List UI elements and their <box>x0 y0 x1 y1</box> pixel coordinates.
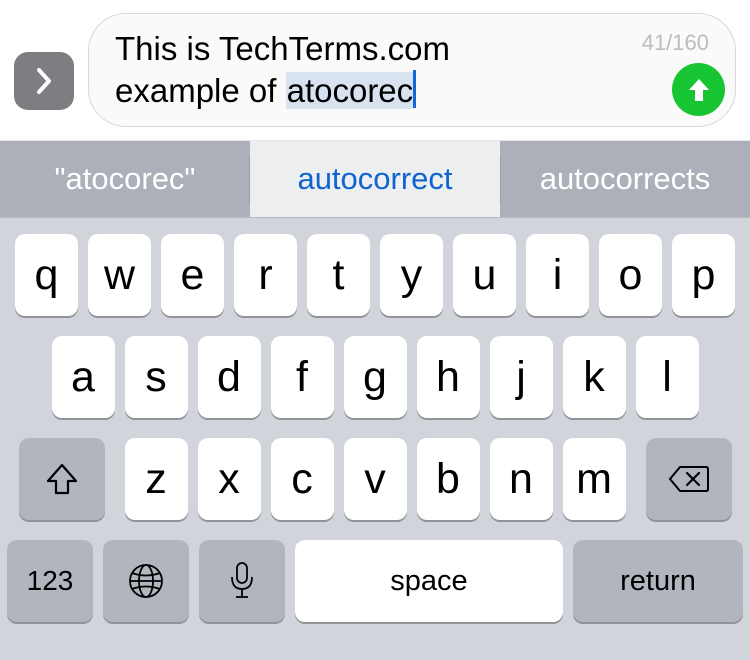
keyboard-row-2: a s d f g h j k l <box>8 336 742 418</box>
key-b[interactable]: b <box>417 438 480 520</box>
key-j[interactable]: j <box>490 336 553 418</box>
key-numbers[interactable]: 123 <box>7 540 93 622</box>
text-cursor <box>413 70 416 108</box>
arrow-up-icon <box>687 76 711 104</box>
key-return[interactable]: return <box>573 540 743 622</box>
key-k[interactable]: k <box>563 336 626 418</box>
send-button[interactable] <box>672 63 725 116</box>
key-space[interactable]: space <box>295 540 563 622</box>
key-r[interactable]: r <box>234 234 297 316</box>
key-f[interactable]: f <box>271 336 334 418</box>
suggestion-asis[interactable]: "atocorec" <box>0 141 250 217</box>
key-a[interactable]: a <box>52 336 115 418</box>
keyboard: q w e r t y u i o p a s d f g h j k l z … <box>0 218 750 660</box>
shift-icon <box>45 463 79 495</box>
key-shift[interactable] <box>19 438 105 520</box>
keyboard-row-3: z x c v b n m <box>8 438 742 520</box>
autocorrect-bar: "atocorec" autocorrect autocorrects <box>0 140 750 218</box>
key-v[interactable]: v <box>344 438 407 520</box>
key-s[interactable]: s <box>125 336 188 418</box>
globe-icon <box>127 562 165 600</box>
suggestion-secondary[interactable]: autocorrects <box>500 141 750 217</box>
backspace-icon <box>668 464 710 494</box>
message-text-line2: example of atocorec <box>115 70 655 112</box>
expand-button[interactable] <box>14 52 74 110</box>
key-i[interactable]: i <box>526 234 589 316</box>
key-backspace[interactable] <box>646 438 732 520</box>
key-w[interactable]: w <box>88 234 151 316</box>
key-n[interactable]: n <box>490 438 553 520</box>
keyboard-row-1: q w e r t y u i o p <box>8 234 742 316</box>
key-x[interactable]: x <box>198 438 261 520</box>
character-counter: 41/160 <box>642 22 709 64</box>
suggestion-primary[interactable]: autocorrect <box>250 141 500 217</box>
message-input[interactable]: 41/160 This is TechTerms.com example of … <box>88 13 736 127</box>
key-u[interactable]: u <box>453 234 516 316</box>
key-g[interactable]: g <box>344 336 407 418</box>
key-m[interactable]: m <box>563 438 626 520</box>
key-t[interactable]: t <box>307 234 370 316</box>
microphone-icon <box>229 561 255 601</box>
key-z[interactable]: z <box>125 438 188 520</box>
key-globe[interactable] <box>103 540 189 622</box>
key-c[interactable]: c <box>271 438 334 520</box>
key-p[interactable]: p <box>672 234 735 316</box>
chevron-right-icon <box>34 68 54 94</box>
key-y[interactable]: y <box>380 234 443 316</box>
key-e[interactable]: e <box>161 234 224 316</box>
autocorrect-highlight: atocorec <box>286 72 415 109</box>
key-l[interactable]: l <box>636 336 699 418</box>
key-o[interactable]: o <box>599 234 662 316</box>
key-d[interactable]: d <box>198 336 261 418</box>
key-dictation[interactable] <box>199 540 285 622</box>
key-q[interactable]: q <box>15 234 78 316</box>
message-text-line1: This is TechTerms.com <box>115 28 655 70</box>
keyboard-row-4: 123 space return <box>8 540 742 622</box>
key-h[interactable]: h <box>417 336 480 418</box>
